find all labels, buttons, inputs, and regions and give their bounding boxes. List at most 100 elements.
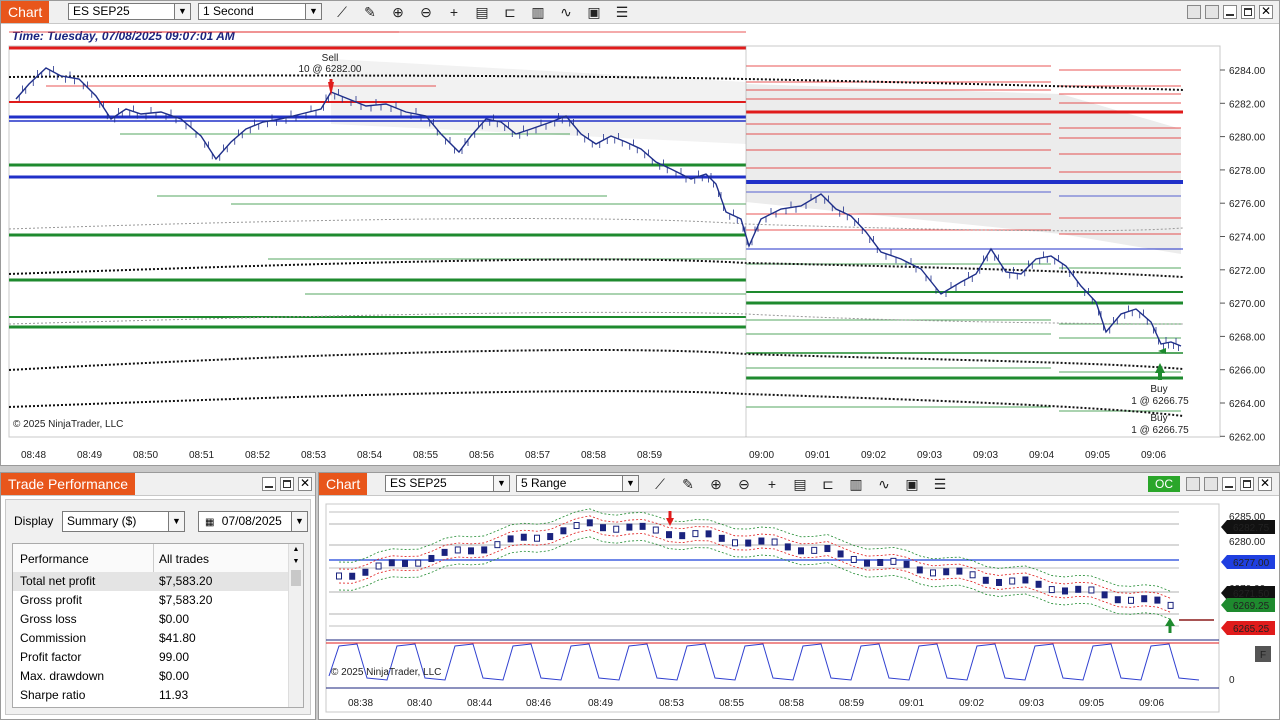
candle xyxy=(890,557,897,565)
instrument-selector[interactable]: ES SEP25 ▼ xyxy=(385,475,510,492)
bottom-chart-window: Chart ES SEP25 ▼ 5 Range ▼ ⟋ ✎ ⊕ ⊖ + ▤ ⊏ ▥ ∿ ▣ ☰ O… xyxy=(318,472,1280,720)
bar-type-icon[interactable]: ▥ xyxy=(848,476,864,492)
link-icon[interactable] xyxy=(1186,477,1200,491)
price-tag-label: 6269.25 xyxy=(1233,601,1270,612)
display-selector[interactable]: Summary ($) ▼ xyxy=(62,511,185,532)
list-icon[interactable]: ☰ xyxy=(614,4,630,20)
minimize-icon[interactable] xyxy=(1222,477,1236,491)
price-tag: 6265.25 xyxy=(1221,621,1275,635)
scroll-down-icon[interactable]: ▼ xyxy=(289,556,303,568)
maximize-icon[interactable] xyxy=(1240,477,1254,491)
template-icon[interactable]: ▣ xyxy=(586,4,602,20)
oscillator-tick: 0 xyxy=(1229,675,1235,686)
line-draw-icon[interactable]: ⟋ xyxy=(652,476,668,492)
candle xyxy=(1035,580,1042,588)
minimize-icon[interactable] xyxy=(262,477,276,491)
row-value: $41.80 xyxy=(159,631,196,645)
strategy-icon[interactable]: ⊏ xyxy=(820,476,836,492)
maximize-icon[interactable] xyxy=(1241,5,1255,19)
link-icon[interactable] xyxy=(1204,477,1218,491)
link-icon[interactable] xyxy=(1205,5,1219,19)
candle xyxy=(402,559,408,567)
column-header-performance[interactable]: Performance xyxy=(20,552,89,566)
candle xyxy=(547,533,554,541)
oc-button[interactable]: OC xyxy=(1148,476,1180,492)
top-chart-title: Chart xyxy=(1,1,50,23)
table-row[interactable]: Gross loss $0.00 xyxy=(13,610,289,629)
zoom-out-icon[interactable]: ⊖ xyxy=(736,476,752,492)
time-tick-label: 08:50 xyxy=(133,450,158,461)
indicator-icon[interactable]: ∿ xyxy=(558,4,574,20)
time-tick-label: 08:51 xyxy=(189,450,214,461)
time-tick-label: 08:49 xyxy=(77,450,102,461)
maximize-icon[interactable] xyxy=(280,477,294,491)
close-icon[interactable]: ✕ xyxy=(298,477,312,491)
copyright-label: © 2025 NinjaTrader, LLC xyxy=(13,419,123,430)
scrollbar[interactable]: ▲ ▼ xyxy=(288,544,303,707)
date-picker[interactable]: ▦ 07/08/2025 ▼ xyxy=(198,511,308,532)
template-icon[interactable]: ▣ xyxy=(904,476,920,492)
bottom-price-chart[interactable]: 6285.006280.006275.006270.006282.756277.… xyxy=(319,496,1279,720)
interval-selector[interactable]: 1 Second ▼ xyxy=(198,3,322,20)
strategy-icon[interactable]: ⊏ xyxy=(502,4,518,20)
instrument-selector[interactable]: ES SEP25 ▼ xyxy=(68,3,191,20)
table-row[interactable]: Total net profit $7,583.20 xyxy=(13,572,289,591)
price-tick-label: 6268.00 xyxy=(1229,332,1266,343)
table-row[interactable]: Gross profit $7,583.20 xyxy=(13,591,289,610)
column-header-all-trades[interactable]: All trades xyxy=(159,552,209,566)
price-tick-label: 6274.00 xyxy=(1229,233,1266,244)
trade-performance-titlebar: Trade Performance ✕ xyxy=(1,473,315,496)
price-tag-label: 6282.75 xyxy=(1233,523,1270,534)
zoom-in-icon[interactable]: ⊕ xyxy=(708,476,724,492)
price-tick-label: 6270.00 xyxy=(1229,299,1266,310)
chevron-down-icon[interactable]: ▼ xyxy=(168,512,184,531)
instrument-value: ES SEP25 xyxy=(73,4,130,18)
table-row[interactable]: Profit factor 99.00 xyxy=(13,648,289,667)
table-row[interactable]: Sharpe ratio 11.93 xyxy=(13,686,289,705)
table-row[interactable]: Commission $41.80 xyxy=(13,629,289,648)
candle xyxy=(692,530,699,538)
interval-selector[interactable]: 5 Range ▼ xyxy=(516,475,639,492)
candle xyxy=(600,524,606,532)
candle xyxy=(1167,601,1174,609)
top-price-chart[interactable]: 6284.00 6282.00 6280.00 6278.00 6276.00 6274.… xyxy=(1,24,1279,464)
close-icon[interactable]: ✕ xyxy=(1258,477,1272,491)
interval-value: 1 Second xyxy=(203,4,254,18)
price-tick-label: 6264.00 xyxy=(1229,399,1266,410)
price-tick-label: 6276.00 xyxy=(1229,199,1266,210)
time-tick-label: 09:01 xyxy=(805,450,830,461)
time-tick-label: 08:54 xyxy=(357,450,382,461)
chevron-down-icon[interactable]: ▼ xyxy=(305,4,321,19)
candle xyxy=(666,531,672,539)
chevron-down-icon[interactable]: ▼ xyxy=(174,4,190,19)
link-icon[interactable] xyxy=(1187,5,1201,19)
pencil-icon[interactable]: ✎ xyxy=(362,4,378,20)
indicator-icon[interactable]: ∿ xyxy=(876,476,892,492)
chevron-down-icon[interactable]: ▼ xyxy=(622,476,638,491)
zoom-out-icon[interactable]: ⊖ xyxy=(418,4,434,20)
time-tick-label: 09:06 xyxy=(1139,698,1164,709)
candle xyxy=(771,538,778,546)
line-draw-icon[interactable]: ⟋ xyxy=(334,4,350,20)
properties-icon[interactable]: ▤ xyxy=(474,4,490,20)
crosshair-icon[interactable]: + xyxy=(764,476,780,492)
zoom-in-icon[interactable]: ⊕ xyxy=(390,4,406,20)
candle xyxy=(415,559,422,567)
scroll-up-icon[interactable]: ▲ xyxy=(289,544,303,556)
candle xyxy=(1114,596,1121,604)
candle xyxy=(916,566,923,574)
scroll-thumb[interactable] xyxy=(291,570,301,586)
close-icon[interactable]: ✕ xyxy=(1259,5,1273,19)
pencil-icon[interactable]: ✎ xyxy=(680,476,696,492)
minimize-icon[interactable] xyxy=(1223,5,1237,19)
bar-type-icon[interactable]: ▥ xyxy=(530,4,546,20)
chevron-down-icon[interactable]: ▼ xyxy=(493,476,509,491)
time-tick-label: 09:04 xyxy=(1029,450,1054,461)
properties-icon[interactable]: ▤ xyxy=(792,476,808,492)
crosshair-icon[interactable]: + xyxy=(446,4,462,20)
chevron-down-icon[interactable]: ▼ xyxy=(291,512,307,531)
candle xyxy=(732,539,738,547)
table-row[interactable]: Max. drawdown $0.00 xyxy=(13,667,289,686)
list-icon[interactable]: ☰ xyxy=(932,476,948,492)
performance-table[interactable]: Performance All trades Total net profit $… xyxy=(12,543,304,708)
